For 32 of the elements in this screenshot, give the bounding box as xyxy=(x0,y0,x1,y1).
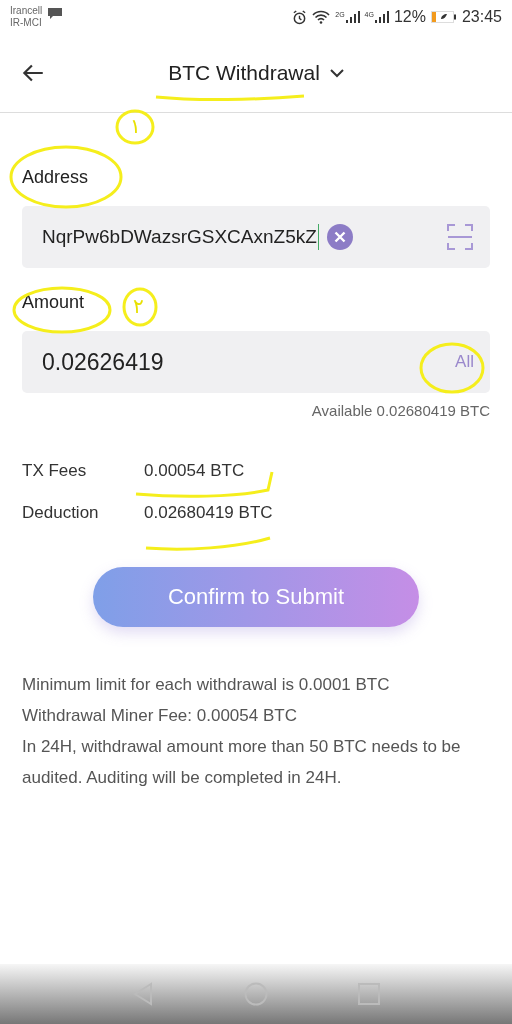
highlight-circle xyxy=(419,342,485,394)
alarm-icon xyxy=(292,9,308,25)
highlight-circle xyxy=(122,287,158,327)
recents-nav-icon[interactable] xyxy=(358,983,380,1005)
battery-percent: 12% xyxy=(393,8,426,26)
address-field[interactable]: NqrPw6bDWazsrGSXCAxnZ5kZ xyxy=(22,206,490,268)
annotation-number: ٢ xyxy=(133,296,144,316)
carrier-name: Irancell xyxy=(10,5,43,17)
fee-value: 0.00054 BTC xyxy=(144,461,245,481)
message-icon xyxy=(48,8,63,19)
field-label: Amount xyxy=(22,292,85,313)
available-balance: Available 0.02680419 BTC xyxy=(310,402,490,419)
note-text: Withdrawal Miner Fee: 0.00054 BTC xyxy=(22,705,298,727)
fee-label: TX Fees xyxy=(22,461,88,481)
scan-button[interactable] xyxy=(446,223,474,251)
annotation-number: ١ xyxy=(130,116,141,136)
field-label: Address xyxy=(22,167,89,188)
fee-value: 0.02680419 BTC xyxy=(144,503,273,523)
clear-button[interactable] xyxy=(326,224,353,250)
amount-field[interactable]: 0.02626419 All xyxy=(22,331,490,393)
note-text: In 24H, withdrawal amount more than 50 BTC needs to be audited. Auditing will be completed in 24H. xyxy=(22,736,462,789)
signal-icon xyxy=(345,11,360,23)
title-dropdown[interactable]: BTC Withdrawal xyxy=(168,61,344,85)
clock-time: 23:45 xyxy=(461,8,502,26)
note-text: Minimum limit for each withdrawal is 0.0001 BTC xyxy=(22,674,391,696)
home-nav-icon[interactable] xyxy=(244,982,268,1006)
wifi-icon xyxy=(312,10,331,24)
chevron-down-icon xyxy=(329,68,344,78)
signal-icon xyxy=(374,11,389,23)
battery-icon xyxy=(430,11,457,23)
carrier-name: IR-MCI xyxy=(10,17,43,29)
fee-label: Deduction xyxy=(22,503,100,523)
